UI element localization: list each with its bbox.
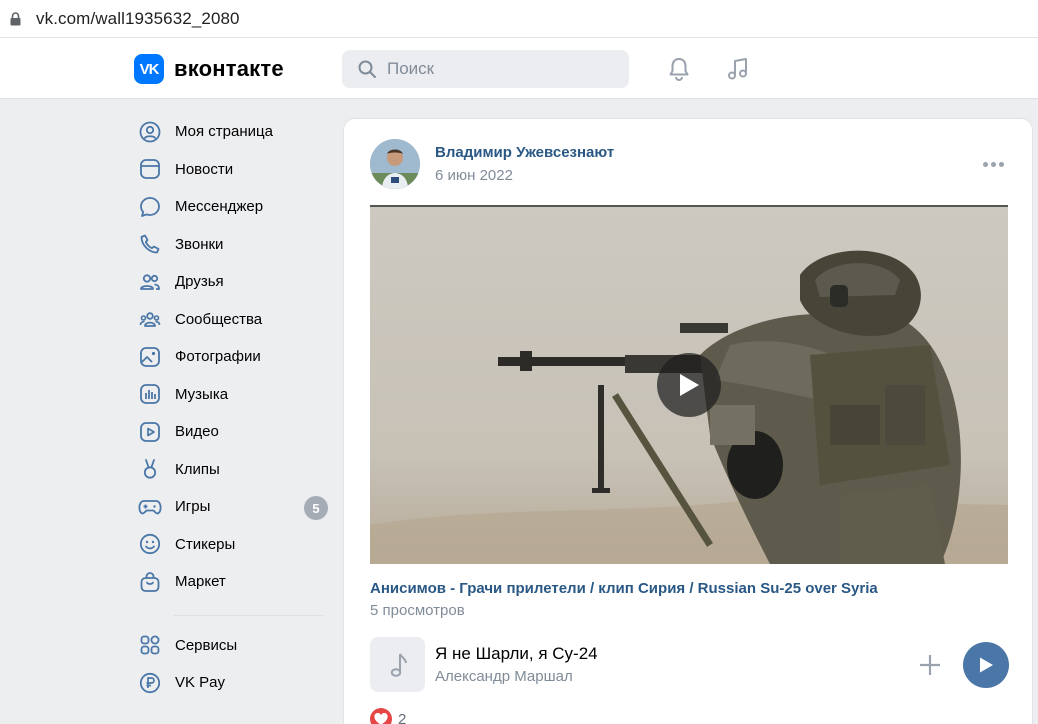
sidebar-item-video[interactable]: Видео: [134, 413, 334, 451]
smile-icon: [137, 531, 163, 557]
sidebar-item-label: Мессенджер: [175, 198, 264, 216]
audio-artist[interactable]: Александр Маршал: [435, 668, 573, 685]
post-author[interactable]: Владимир Ужевсезнают: [435, 144, 614, 161]
sidebar-item-vk-pay[interactable]: VK Pay: [134, 664, 334, 702]
sidebar-divider: [174, 614, 324, 616]
sidebar-item-services[interactable]: Сервисы: [134, 627, 334, 665]
audio-title[interactable]: Я не Шарли, я Су-24: [435, 644, 598, 664]
friends-icon: [137, 269, 163, 295]
phone-icon: [137, 231, 163, 257]
sidebar-item-label: Друзья: [175, 273, 224, 291]
message-bubble-icon: [137, 194, 163, 220]
vk-logo-icon: VK: [134, 54, 164, 84]
sidebar-item-messenger[interactable]: Мессенджер: [134, 188, 334, 226]
search-icon: [358, 60, 376, 78]
more-options-icon[interactable]: [980, 157, 1006, 171]
search-box[interactable]: [342, 50, 629, 88]
sidebar-item-label: Моя страница: [175, 123, 273, 141]
gamepad-icon: [137, 494, 163, 520]
sidebar-item-label: Видео: [175, 423, 219, 441]
wall-post: Владимир Ужевсезнают 6 июн 2022 Анисимов…: [343, 118, 1033, 724]
audio-attachment[interactable]: Я не Шарли, я Су-24 Александр Маршал: [370, 637, 1009, 693]
music-icon: [137, 381, 163, 407]
video-title[interactable]: Анисимов - Грачи прилетели / клип Сирия …: [370, 580, 878, 597]
post-date[interactable]: 6 июн 2022: [435, 167, 513, 184]
like-button[interactable]: 2: [370, 708, 406, 724]
top-header: VK вконтакте: [0, 38, 1038, 99]
sidebar-item-news[interactable]: Новости: [134, 151, 334, 189]
sidebar-item-label: Стикеры: [175, 535, 236, 553]
communities-icon: [137, 306, 163, 332]
play-icon: [980, 657, 993, 673]
sidebar-item-photos[interactable]: Фотографии: [134, 338, 334, 376]
play-icon: [680, 374, 699, 396]
browser-address-bar[interactable]: vk.com/wall1935632_2080: [0, 0, 1038, 38]
audio-cover: [370, 637, 425, 692]
sidebar-item-label: VK Pay: [175, 674, 226, 692]
sidebar-item-games[interactable]: Игры 5: [134, 488, 334, 526]
logo-text: вконтакте: [174, 56, 284, 81]
sidebar-item-label: Фотографии: [175, 348, 261, 366]
news-icon: [137, 156, 163, 182]
video-player[interactable]: [370, 205, 1008, 564]
ruble-icon: [137, 670, 163, 696]
play-video-button[interactable]: [657, 353, 721, 417]
add-audio-icon[interactable]: [916, 651, 944, 679]
sidebar-item-label: Клипы: [175, 460, 220, 478]
sidebar-item-music[interactable]: Музыка: [134, 376, 334, 414]
music-note-icon: [390, 652, 407, 677]
sidebar-item-label: Маркет: [175, 573, 226, 591]
sidebar-item-label: Звонки: [175, 235, 224, 253]
photo-icon: [137, 344, 163, 370]
lock-icon: [8, 11, 22, 27]
sidebar-item-label: Игры: [175, 498, 211, 516]
sidebar-item-my-page[interactable]: Моя страница: [134, 113, 334, 151]
video-icon: [137, 419, 163, 445]
bag-icon: [137, 569, 163, 595]
sidebar-item-calls[interactable]: Звонки: [134, 226, 334, 264]
left-sidebar: Моя страница Новости Мессенджер Звонки Д…: [134, 113, 334, 702]
games-count-badge: 5: [304, 496, 328, 520]
user-circle-icon: [137, 119, 163, 145]
author-avatar[interactable]: [370, 139, 420, 189]
sidebar-item-label: Новости: [175, 160, 234, 178]
sidebar-item-market[interactable]: Маркет: [134, 563, 334, 601]
search-input[interactable]: [387, 59, 607, 79]
sidebar-item-label: Сервисы: [175, 636, 238, 654]
sidebar-item-label: Сообщества: [175, 310, 263, 328]
sidebar-item-label: Музыка: [175, 385, 229, 403]
sidebar-item-friends[interactable]: Друзья: [134, 263, 334, 301]
video-views: 5 просмотров: [370, 602, 465, 619]
likes-count: 2: [398, 710, 407, 724]
grid-icon: [137, 632, 163, 658]
sidebar-item-communities[interactable]: Сообщества: [134, 301, 334, 339]
clips-icon: [137, 456, 163, 482]
bell-icon[interactable]: [665, 55, 693, 83]
heart-icon: [370, 708, 392, 724]
sidebar-item-clips[interactable]: Клипы: [134, 451, 334, 489]
vk-logo[interactable]: VK вконтакте: [134, 54, 284, 84]
play-audio-button[interactable]: [963, 642, 1009, 688]
url-text[interactable]: vk.com/wall1935632_2080: [36, 9, 240, 29]
music-note-icon[interactable]: [724, 55, 752, 83]
sidebar-item-stickers[interactable]: Стикеры: [134, 526, 334, 564]
